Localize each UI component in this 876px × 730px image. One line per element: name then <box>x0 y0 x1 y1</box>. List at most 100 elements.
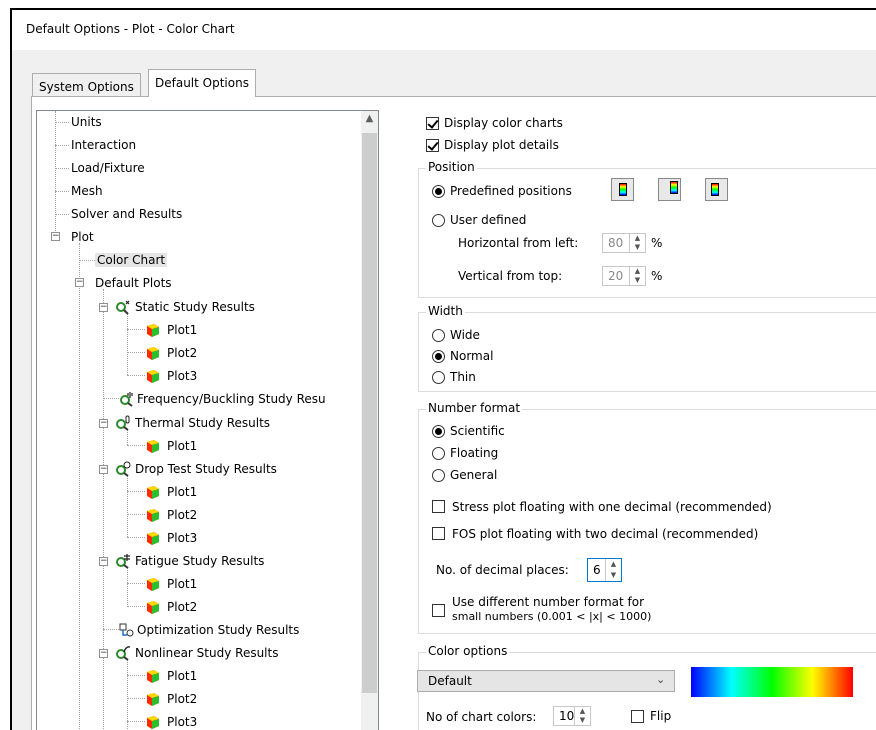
display-plot-details-checkbox[interactable] <box>426 139 439 152</box>
collapse-icon[interactable]: − <box>51 232 60 241</box>
tree-item-nonlinear-study[interactable]: Nonlinear Study Results <box>135 643 278 663</box>
tab-default-options[interactable]: Default Options <box>148 69 256 97</box>
spinner-arrows-icon[interactable]: ▲ ▼ <box>605 559 621 581</box>
decimal-places-spinner[interactable]: 6 ▲ ▼ <box>587 558 622 582</box>
fos-floating-label: FOS plot floating with two decimal (reco… <box>452 527 759 541</box>
display-plot-details-label: Display plot details <box>444 138 559 152</box>
width-thin-radio[interactable] <box>432 371 445 384</box>
plot-icon <box>147 324 159 337</box>
stress-floating-checkbox[interactable] <box>432 500 445 513</box>
tree-connector <box>55 214 69 215</box>
plot-icon <box>147 440 159 453</box>
horizontal-from-left-label: Horizontal from left: <box>458 236 579 250</box>
options-tree[interactable]: ▲ Units Interaction Load/Fixture Mesh So… <box>36 110 379 730</box>
scroll-up-icon[interactable]: ▲ <box>361 111 378 128</box>
tree-item-mesh[interactable]: Mesh <box>71 181 103 201</box>
tree-item-solver-results[interactable]: Solver and Results <box>71 204 182 224</box>
tree-item-default-plots[interactable]: Default Plots <box>95 273 172 293</box>
vertical-value: 20 <box>608 269 624 283</box>
tree-item-interaction[interactable]: Interaction <box>71 135 136 155</box>
tree-item-static-plot1[interactable]: Plot1 <box>167 320 197 340</box>
tree-item-static-plot3[interactable]: Plot3 <box>167 366 197 386</box>
width-wide-radio[interactable] <box>432 329 445 342</box>
tree-item-fatigue-plot2[interactable]: Plot2 <box>167 597 197 617</box>
spinner-arrows-icon[interactable]: ▲ ▼ <box>629 234 645 252</box>
collapse-icon[interactable]: − <box>99 419 108 428</box>
tree-item-fatigue-plot1[interactable]: Plot1 <box>167 574 197 594</box>
scroll-thumb[interactable] <box>362 133 377 693</box>
tree-item-nonlinear-plot2[interactable]: Plot2 <box>167 689 197 709</box>
user-defined-radio[interactable] <box>432 214 445 227</box>
plot-icon <box>147 509 159 522</box>
tree-item-color-chart[interactable]: Color Chart <box>95 250 168 270</box>
general-radio[interactable] <box>432 469 445 482</box>
tab-system-options[interactable]: System Options <box>32 73 141 97</box>
tree-item-label: Color Chart <box>95 253 168 267</box>
tree-connector <box>127 583 145 584</box>
chart-colors-spinner[interactable]: 10 ▲ ▼ <box>553 706 591 726</box>
window-title: Default Options - Plot - Color Chart <box>26 22 235 36</box>
scientific-radio[interactable] <box>432 425 445 438</box>
tree-item-label: Plot1 <box>167 323 198 337</box>
tree-item-nonlinear-plot1[interactable]: Plot1 <box>167 666 197 686</box>
plot-icon <box>147 532 159 545</box>
collapse-icon[interactable]: − <box>99 465 108 474</box>
spinner-arrows-icon[interactable]: ▲ ▼ <box>629 267 645 285</box>
tree-item-drop-plot2[interactable]: Plot2 <box>167 505 197 525</box>
collapse-icon[interactable]: − <box>99 557 108 566</box>
color-options-group-title: Color options <box>426 644 510 658</box>
nonlinear-study-icon <box>116 646 131 661</box>
vertical-from-top-spinner[interactable]: 20 ▲ ▼ <box>602 266 646 286</box>
tree-item-thermal-study[interactable]: Thermal Study Results <box>135 413 270 433</box>
tree-item-drop-plot1[interactable]: Plot1 <box>167 482 197 502</box>
tree-connector <box>127 491 145 492</box>
tree-scrollbar[interactable]: ▲ <box>361 111 378 730</box>
position-top-right-button[interactable] <box>658 178 681 201</box>
tree-item-label: Plot <box>71 230 94 244</box>
tree-item-label: Fatigue Study Results <box>135 554 265 568</box>
collapse-icon[interactable]: − <box>99 649 108 658</box>
tree-item-label: Units <box>71 115 102 129</box>
tree-item-frequency-study[interactable]: Frequency/Buckling Study Resu <box>137 389 326 409</box>
optimization-study-icon <box>119 623 134 637</box>
flip-checkbox[interactable] <box>631 710 644 723</box>
tree-item-nonlinear-plot3[interactable]: Plot3 <box>167 712 197 730</box>
display-color-charts-checkbox[interactable] <box>426 117 439 130</box>
drop-test-study-icon <box>116 461 131 477</box>
tree-connector <box>127 567 128 607</box>
tree-item-optimization-study[interactable]: Optimization Study Results <box>137 620 299 640</box>
tree-item-label: Plot1 <box>167 439 198 453</box>
tree-item-label: Plot2 <box>167 692 198 706</box>
tree-item-label: Plot3 <box>167 531 198 545</box>
tree-item-label: Plot3 <box>167 715 198 729</box>
predefined-positions-radio[interactable] <box>432 185 445 198</box>
position-group-title: Position <box>426 160 477 174</box>
collapse-icon[interactable]: − <box>75 278 84 287</box>
tree-item-drop-test-study[interactable]: Drop Test Study Results <box>135 459 277 479</box>
tree-connector <box>127 675 145 676</box>
flip-label: Flip <box>650 709 672 723</box>
tree-item-drop-plot3[interactable]: Plot3 <box>167 528 197 548</box>
position-left-button[interactable] <box>705 178 728 201</box>
width-normal-radio[interactable] <box>432 350 445 363</box>
tree-item-plot[interactable]: Plot <box>71 227 94 247</box>
tree-item-static-study[interactable]: Static Study Results <box>135 297 255 317</box>
different-format-checkbox[interactable] <box>432 604 445 617</box>
tree-item-label: Load/Fixture <box>71 161 145 175</box>
collapse-icon[interactable]: − <box>99 303 108 312</box>
color-scheme-dropdown[interactable]: Default ⌄ <box>417 670 675 692</box>
tree-item-load-fixture[interactable]: Load/Fixture <box>71 158 145 178</box>
floating-radio[interactable] <box>432 447 445 460</box>
spinner-arrows-icon[interactable]: ▲ ▼ <box>574 707 590 725</box>
horizontal-from-left-spinner[interactable]: 80 ▲ ▼ <box>602 233 646 253</box>
tree-item-thermal-plot1[interactable]: Plot1 <box>167 436 197 456</box>
tree-connector <box>103 289 104 730</box>
position-right-button[interactable] <box>611 178 634 201</box>
plot-icon <box>147 578 159 591</box>
tree-item-static-plot2[interactable]: Plot2 <box>167 343 197 363</box>
vertical-unit: % <box>651 269 663 283</box>
tree-item-units[interactable]: Units <box>71 112 102 132</box>
fos-floating-checkbox[interactable] <box>432 527 445 540</box>
tree-connector <box>55 145 69 146</box>
tree-item-fatigue-study[interactable]: Fatigue Study Results <box>135 551 264 571</box>
